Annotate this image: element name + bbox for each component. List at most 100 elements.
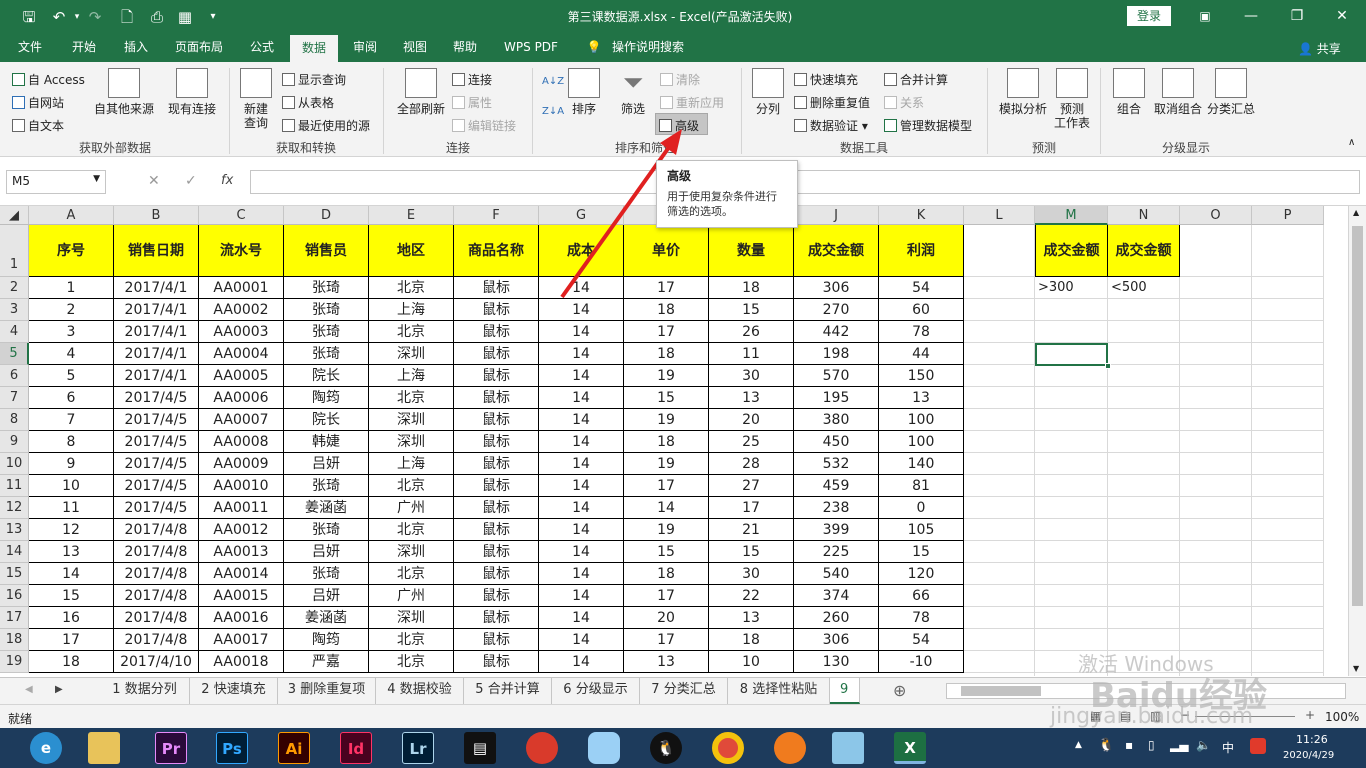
table-cell[interactable]: 2017/4/1 (114, 299, 199, 321)
table-cell[interactable]: 上海 (369, 365, 454, 387)
table-cell[interactable]: 广州 (369, 497, 454, 519)
table-cell[interactable]: 19 (624, 409, 709, 431)
empty-cell[interactable] (964, 497, 1035, 519)
table-cell[interactable]: AA0009 (199, 453, 284, 475)
table-cell[interactable]: 14 (539, 453, 624, 475)
criteria-header-amount[interactable]: 成交金额 (1035, 225, 1108, 277)
empty-cell[interactable] (964, 563, 1035, 585)
table-cell[interactable]: 570 (794, 365, 879, 387)
empty-cell[interactable] (1108, 629, 1180, 651)
tray-expand-icon[interactable]: ▲ (1075, 740, 1082, 750)
empty-cell[interactable] (1035, 651, 1108, 673)
table-cell[interactable]: 2017/4/1 (114, 365, 199, 387)
table-cell[interactable]: 鼠标 (454, 563, 539, 585)
recent-sources-button[interactable]: 最近使用的源 (282, 117, 370, 134)
empty-cell[interactable] (1180, 387, 1252, 409)
premiere-icon[interactable]: Pr (155, 732, 187, 764)
column-header-d[interactable]: D (284, 206, 369, 225)
row-header[interactable]: 4 (0, 321, 29, 343)
table-cell[interactable]: AA0012 (199, 519, 284, 541)
sheet-tab[interactable]: 6 分级显示 (552, 678, 640, 704)
table-cell[interactable]: 28 (709, 453, 794, 475)
table-cell[interactable]: 18 (29, 651, 114, 673)
normal-view-icon[interactable]: ▦ (1090, 709, 1101, 723)
empty-cell[interactable] (1035, 409, 1108, 431)
connections-button[interactable]: 连接 (452, 71, 492, 88)
table-cell[interactable]: 27 (709, 475, 794, 497)
table-cell[interactable]: 鼠标 (454, 651, 539, 673)
qq-icon[interactable]: 🐧 (650, 732, 682, 764)
zoom-in-icon[interactable]: + (1305, 708, 1315, 722)
empty-cell[interactable] (1180, 519, 1252, 541)
table-cell[interactable]: 14 (539, 343, 624, 365)
empty-cell[interactable] (964, 475, 1035, 497)
empty-cell[interactable] (1035, 563, 1108, 585)
empty-cell[interactable] (1252, 607, 1324, 629)
lightbulb-icon[interactable]: 💡 (582, 39, 606, 62)
enter-icon[interactable]: ✓ (185, 173, 197, 189)
remove-duplicates-button[interactable]: 删除重复值 (794, 94, 870, 111)
table-cell[interactable]: 11 (29, 497, 114, 519)
table-cell[interactable]: 105 (879, 519, 964, 541)
what-if-analysis-button[interactable]: 模拟分析 (994, 68, 1052, 116)
table-cell[interactable]: 院长 (284, 365, 369, 387)
empty-cell[interactable] (1035, 299, 1108, 321)
table-cell[interactable]: 14 (539, 409, 624, 431)
zoom-out-icon[interactable]: − (1180, 708, 1190, 722)
empty-cell[interactable] (964, 585, 1035, 607)
column-header-p[interactable]: P (1252, 206, 1324, 225)
empty-cell[interactable] (1180, 585, 1252, 607)
tab-review[interactable]: 审阅 (342, 39, 388, 62)
table-cell[interactable]: 16 (29, 607, 114, 629)
row-header[interactable]: 5 (0, 343, 29, 365)
table-cell[interactable]: 2017/4/1 (114, 321, 199, 343)
file-explorer-icon[interactable] (88, 732, 120, 764)
row-header[interactable]: 18 (0, 629, 29, 651)
filter-button[interactable]: ⏷ 筛选 (614, 68, 652, 116)
row-header[interactable]: 15 (0, 563, 29, 585)
column-header-k[interactable]: K (879, 206, 964, 225)
empty-cell[interactable] (964, 343, 1035, 365)
table-cell[interactable]: AA0004 (199, 343, 284, 365)
table-cell[interactable]: AA0015 (199, 585, 284, 607)
empty-cell[interactable] (1180, 651, 1252, 673)
tray-app-icon[interactable]: ▪ (1125, 738, 1133, 752)
tray-phone-icon[interactable]: ▯ (1148, 738, 1155, 752)
table-cell[interactable]: AA0001 (199, 277, 284, 299)
row-header[interactable]: 14 (0, 541, 29, 563)
sheet-tab[interactable]: 2 快速填充 (190, 678, 278, 704)
table-cell[interactable]: 14 (539, 651, 624, 673)
lightroom-icon[interactable]: Lr (402, 732, 434, 764)
video-editor-icon[interactable]: ▤ (464, 732, 496, 764)
empty-cell[interactable] (1252, 321, 1324, 343)
new-query-button[interactable]: 新建 查询 (234, 68, 278, 130)
table-cell[interactable]: 张琦 (284, 321, 369, 343)
table-cell[interactable]: 81 (879, 475, 964, 497)
table-cell[interactable]: 深圳 (369, 541, 454, 563)
table-cell[interactable]: 韩婕 (284, 431, 369, 453)
table-cell[interactable]: AA0008 (199, 431, 284, 453)
table-cell[interactable]: 北京 (369, 321, 454, 343)
table-cell[interactable]: 399 (794, 519, 879, 541)
empty-cell[interactable] (964, 673, 1035, 676)
empty-cell[interactable] (1180, 277, 1252, 299)
table-cell[interactable]: 陶筠 (284, 629, 369, 651)
table-cell[interactable]: 北京 (369, 387, 454, 409)
table-cell[interactable]: 鼠标 (454, 277, 539, 299)
table-cell[interactable]: 5 (29, 365, 114, 387)
from-web-button[interactable]: 自网站 (12, 94, 64, 111)
tab-wps-pdf[interactable]: WPS PDF (494, 39, 568, 62)
table-cell[interactable]: 26 (709, 321, 794, 343)
refresh-all-button[interactable]: 全部刷新 (392, 68, 450, 116)
empty-cell[interactable] (1108, 563, 1180, 585)
table-cell[interactable]: 150 (879, 365, 964, 387)
table-cell[interactable]: 14 (539, 365, 624, 387)
sort-button[interactable]: 排序 (566, 68, 602, 116)
empty-cell[interactable] (964, 277, 1035, 299)
table-cell[interactable]: 吕妍 (284, 541, 369, 563)
empty-cell[interactable] (1035, 365, 1108, 387)
table-cell[interactable]: 北京 (369, 519, 454, 541)
app-pie-icon[interactable] (526, 732, 558, 764)
table-cell[interactable]: AA0002 (199, 299, 284, 321)
sheet-tab[interactable]: 7 分类汇总 (640, 678, 728, 704)
